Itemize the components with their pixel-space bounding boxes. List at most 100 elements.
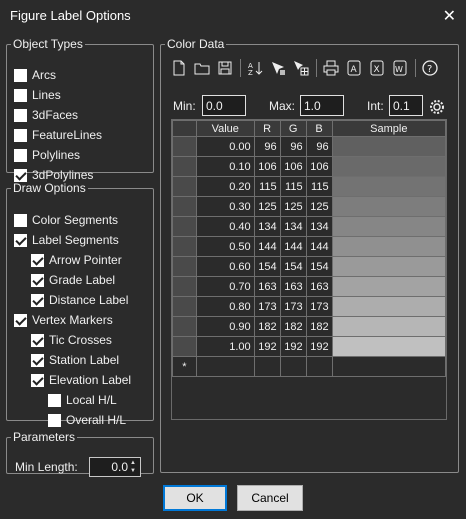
int-input[interactable] [389, 95, 423, 116]
checkbox-unchecked[interactable] [14, 68, 27, 82]
table-row[interactable]: 0.60 154 154 154 [172, 256, 447, 277]
row-header[interactable] [172, 256, 197, 277]
cell-g[interactable]: 192 [279, 336, 307, 357]
row-header[interactable] [172, 196, 197, 217]
cell-r[interactable]: 192 [253, 336, 281, 357]
new-row-marker[interactable]: * [172, 356, 197, 377]
table-row[interactable]: 0.10 106 106 106 [172, 156, 447, 177]
checkbox-row[interactable]: Label Segments [14, 232, 119, 248]
column-header[interactable]: Value [195, 120, 255, 137]
cell-sample[interactable] [331, 136, 447, 157]
table-row[interactable]: 1.00 192 192 192 [172, 336, 447, 357]
cell-g[interactable]: 125 [279, 196, 307, 217]
checkbox-checked[interactable] [31, 373, 44, 387]
table-row[interactable]: 0.80 173 173 173 [172, 296, 447, 317]
cell-b[interactable]: 134 [305, 216, 333, 237]
cell-value[interactable]: 0.00 [195, 136, 255, 157]
checkbox-unchecked[interactable] [14, 213, 27, 227]
spin-down-icon[interactable]: ▼ [130, 467, 140, 475]
checkbox-row[interactable]: Distance Label [31, 292, 128, 308]
checkbox-checked[interactable] [31, 273, 44, 287]
table-row[interactable]: 0.40 134 134 134 [172, 216, 447, 237]
cell-g[interactable]: 154 [279, 256, 307, 277]
empty-cell[interactable] [331, 356, 447, 377]
cell-b[interactable]: 115 [305, 176, 333, 197]
min-input[interactable] [202, 95, 246, 116]
checkbox-row[interactable]: Arcs [14, 67, 56, 83]
cell-g[interactable]: 106 [279, 156, 307, 177]
column-header[interactable]: G [279, 120, 307, 137]
row-header[interactable] [172, 276, 197, 297]
new-row[interactable]: * [172, 356, 447, 377]
cell-g[interactable]: 182 [279, 316, 307, 337]
row-header[interactable] [172, 336, 197, 357]
table-row[interactable]: 0.50 144 144 144 [172, 236, 447, 257]
row-header[interactable] [172, 216, 197, 237]
table-row[interactable]: 0.00 96 96 96 [172, 136, 447, 157]
settings-gear-icon[interactable] [427, 97, 446, 116]
cell-g[interactable]: 134 [279, 216, 307, 237]
cell-g[interactable]: 96 [279, 136, 307, 157]
checkbox-unchecked[interactable] [14, 108, 27, 122]
cell-r[interactable]: 106 [253, 156, 281, 177]
row-header[interactable] [172, 176, 197, 197]
cell-sample[interactable] [331, 236, 447, 257]
table-row[interactable]: 0.70 163 163 163 [172, 276, 447, 297]
cancel-button[interactable]: Cancel [237, 485, 303, 511]
cell-value[interactable]: 0.60 [195, 256, 255, 277]
cell-sample[interactable] [331, 336, 447, 357]
max-input[interactable] [300, 95, 344, 116]
checkbox-row[interactable]: Local H/L [48, 392, 117, 408]
column-header[interactable]: B [305, 120, 333, 137]
cell-g[interactable]: 163 [279, 276, 307, 297]
cell-r[interactable]: 134 [253, 216, 281, 237]
cell-r[interactable]: 163 [253, 276, 281, 297]
checkbox-checked[interactable] [31, 253, 44, 267]
cell-value[interactable]: 0.80 [195, 296, 255, 317]
print-icon[interactable] [321, 59, 340, 78]
checkbox-row[interactable]: Overall H/L [48, 412, 126, 428]
checkbox-checked[interactable] [31, 293, 44, 307]
cell-b[interactable]: 125 [305, 196, 333, 217]
row-header[interactable] [172, 136, 197, 157]
save-icon[interactable] [215, 59, 234, 78]
cell-b[interactable]: 182 [305, 316, 333, 337]
table-row[interactable]: 0.30 125 125 125 [172, 196, 447, 217]
cell-value[interactable]: 0.90 [195, 316, 255, 337]
checkbox-row[interactable]: Grade Label [31, 272, 115, 288]
cell-value[interactable]: 0.50 [195, 236, 255, 257]
cell-sample[interactable] [331, 296, 447, 317]
checkbox-row[interactable]: FeatureLines [14, 127, 102, 143]
column-header[interactable]: R [253, 120, 281, 137]
cell-r[interactable]: 182 [253, 316, 281, 337]
cell-sample[interactable] [331, 176, 447, 197]
table-row[interactable]: 0.20 115 115 115 [172, 176, 447, 197]
export-x-icon[interactable]: X [367, 59, 386, 78]
export-w-icon[interactable]: W [390, 59, 409, 78]
cell-sample[interactable] [331, 316, 447, 337]
empty-cell[interactable] [195, 356, 255, 377]
cell-value[interactable]: 1.00 [195, 336, 255, 357]
empty-cell[interactable] [253, 356, 281, 377]
cell-b[interactable]: 154 [305, 256, 333, 277]
export-a-icon[interactable]: A [344, 59, 363, 78]
cell-value[interactable]: 0.40 [195, 216, 255, 237]
cell-value[interactable]: 0.70 [195, 276, 255, 297]
row-header[interactable] [172, 316, 197, 337]
cell-value[interactable]: 0.20 [195, 176, 255, 197]
empty-cell[interactable] [279, 356, 307, 377]
cell-r[interactable]: 173 [253, 296, 281, 317]
cell-g[interactable]: 173 [279, 296, 307, 317]
checkbox-row[interactable]: Color Segments [14, 212, 118, 228]
close-icon[interactable]: ✕ [443, 6, 456, 26]
cell-sample[interactable] [331, 276, 447, 297]
cell-b[interactable]: 106 [305, 156, 333, 177]
checkbox-checked[interactable] [14, 313, 27, 327]
cell-sample[interactable] [331, 196, 447, 217]
column-header[interactable]: Sample [331, 120, 447, 137]
cell-r[interactable]: 125 [253, 196, 281, 217]
checkbox-unchecked[interactable] [14, 148, 27, 162]
cell-value[interactable]: 0.30 [195, 196, 255, 217]
cell-b[interactable]: 173 [305, 296, 333, 317]
ok-button[interactable]: OK [163, 485, 227, 511]
